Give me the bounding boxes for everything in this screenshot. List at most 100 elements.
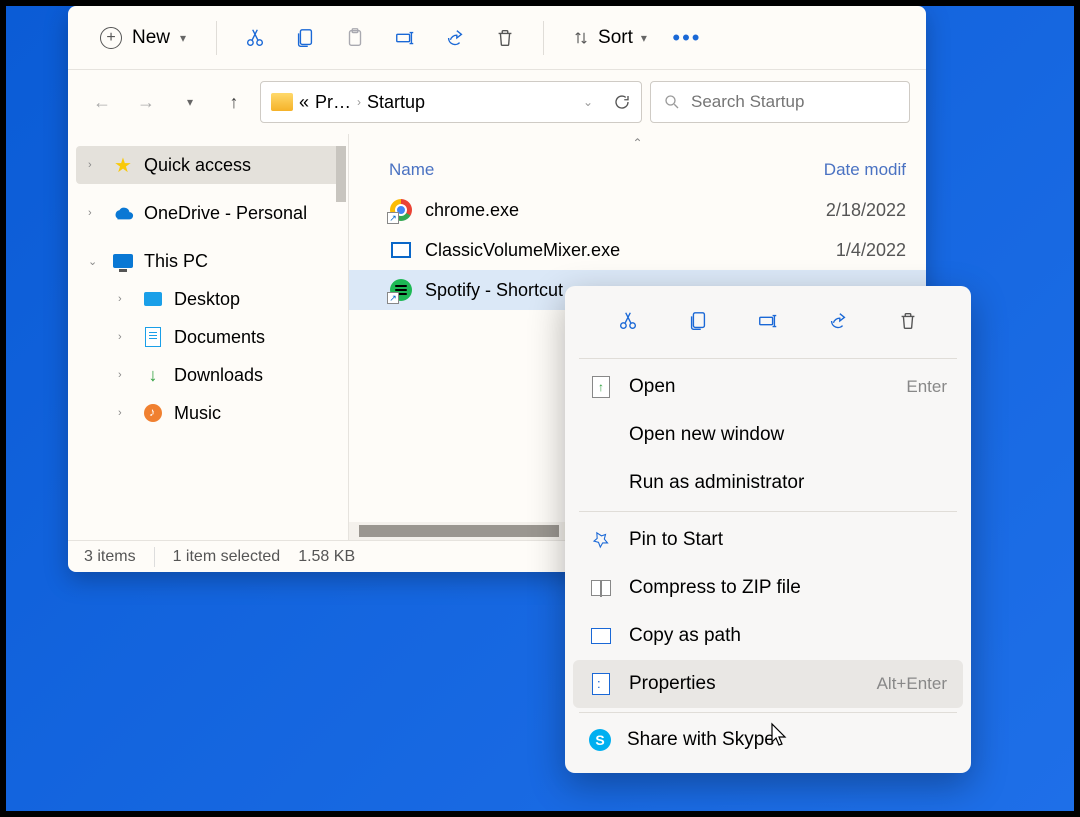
zip-icon (589, 576, 613, 600)
chevron-right-icon[interactable]: › (118, 369, 132, 381)
refresh-icon[interactable] (613, 93, 631, 111)
file-date: 1/4/2022 (836, 240, 906, 261)
sidebar-item-onedrive[interactable]: › OneDrive - Personal (76, 194, 340, 232)
status-item-count: 3 items (84, 548, 136, 566)
back-button[interactable]: ← (84, 84, 120, 120)
new-button[interactable]: + New ▾ (86, 21, 200, 55)
chevron-right-icon[interactable]: › (118, 293, 132, 305)
forward-button[interactable]: → (128, 84, 164, 120)
context-menu-pin-start[interactable]: Pin to Start (573, 516, 963, 564)
status-size: 1.58 KB (298, 548, 355, 566)
context-menu-compress[interactable]: Compress to ZIP file (573, 564, 963, 612)
scrollbar-thumb[interactable] (359, 525, 559, 537)
chevron-right-icon[interactable]: › (357, 95, 361, 109)
sidebar-item-quick-access[interactable]: › ★ Quick access (76, 146, 340, 184)
sort-icon (572, 29, 590, 47)
chevron-down-icon[interactable]: ⌄ (88, 255, 102, 268)
chevron-right-icon[interactable]: › (88, 207, 102, 219)
breadcrumb-segment[interactable]: Pr… (315, 92, 351, 113)
new-button-label: New (132, 27, 170, 49)
navigation-pane: › ★ Quick access › OneDrive - Personal ⌄ (68, 134, 348, 540)
chevron-right-icon[interactable]: › (118, 407, 132, 419)
sidebar-item-documents[interactable]: › Documents (76, 318, 340, 356)
context-menu-run-admin[interactable]: Run as administrator (573, 459, 963, 507)
file-row[interactable]: ↗ chrome.exe 2/18/2022 (349, 190, 926, 230)
context-menu-properties[interactable]: Properties Alt+Enter (573, 660, 963, 708)
more-button[interactable]: ••• (665, 16, 709, 60)
share-icon[interactable] (819, 302, 857, 340)
search-input[interactable] (691, 92, 897, 112)
divider (579, 358, 957, 359)
sidebar-label: OneDrive - Personal (144, 203, 307, 224)
menu-label: Run as administrator (629, 472, 804, 494)
breadcrumb-segment[interactable]: Startup (367, 92, 425, 113)
search-icon (663, 93, 681, 111)
divider (543, 21, 544, 55)
menu-label: Pin to Start (629, 529, 723, 551)
document-icon (142, 326, 164, 348)
monitor-icon (112, 250, 134, 272)
file-name: ClassicVolumeMixer.exe (425, 240, 824, 261)
file-date: 2/18/2022 (826, 200, 906, 221)
sort-button[interactable]: Sort ▾ (560, 21, 659, 55)
chevron-down-icon[interactable]: ⌄ (583, 95, 593, 109)
menu-shortcut: Enter (906, 377, 947, 397)
divider (579, 712, 957, 713)
navigation-bar: ← → ▾ ↑ « Pr… › Startup ⌄ (68, 70, 926, 134)
delete-icon[interactable] (483, 16, 527, 60)
menu-label: Properties (629, 673, 716, 695)
menu-label: Copy as path (629, 625, 741, 647)
music-icon (142, 402, 164, 424)
file-name: chrome.exe (425, 200, 814, 221)
context-menu-share-skype[interactable]: S Share with Skype (573, 717, 963, 763)
address-bar[interactable]: « Pr… › Startup ⌄ (260, 81, 642, 123)
sort-label: Sort (598, 27, 633, 49)
menu-label: Open (629, 376, 675, 398)
context-menu-open-new-window[interactable]: Open new window (573, 411, 963, 459)
search-box[interactable] (650, 81, 910, 123)
context-menu-quick-actions (573, 296, 963, 354)
chevron-right-icon[interactable]: › (118, 331, 132, 343)
desktop-icon (142, 288, 164, 310)
blank-icon (589, 471, 613, 495)
sidebar-label: Desktop (174, 289, 240, 310)
file-row[interactable]: ClassicVolumeMixer.exe 1/4/2022 (349, 230, 926, 270)
cloud-icon (112, 202, 134, 224)
chrome-icon: ↗ (389, 198, 413, 222)
sidebar-item-music[interactable]: › Music (76, 394, 340, 432)
cut-icon[interactable] (233, 16, 277, 60)
star-icon: ★ (112, 154, 134, 176)
sidebar-item-desktop[interactable]: › Desktop (76, 280, 340, 318)
recent-locations-chevron[interactable]: ▾ (172, 84, 208, 120)
sidebar-label: Quick access (144, 155, 251, 176)
menu-label: Share with Skype (627, 729, 775, 751)
up-button[interactable]: ↑ (216, 84, 252, 120)
rename-icon[interactable] (383, 16, 427, 60)
paste-icon[interactable] (333, 16, 377, 60)
chevron-right-icon[interactable]: › (88, 159, 102, 171)
chevron-down-icon: ▾ (180, 31, 186, 45)
column-header-date[interactable]: Date modif (824, 160, 906, 180)
rename-icon[interactable] (749, 302, 787, 340)
context-menu-open[interactable]: Open Enter (573, 363, 963, 411)
spotify-icon: ↗ (389, 278, 413, 302)
skype-icon: S (589, 729, 611, 751)
sidebar-item-downloads[interactable]: › ↓ Downloads (76, 356, 340, 394)
sidebar-item-this-pc[interactable]: ⌄ This PC (76, 242, 340, 280)
column-header-name[interactable]: Name (389, 160, 824, 180)
context-menu-copy-path[interactable]: Copy as path (573, 612, 963, 660)
share-icon[interactable] (433, 16, 477, 60)
column-headers: Name Date modif (349, 150, 926, 190)
context-menu: Open Enter Open new window Run as admini… (565, 286, 971, 773)
column-collapse-icon[interactable]: ⌃ (349, 134, 926, 150)
menu-shortcut: Alt+Enter (877, 674, 947, 694)
folder-icon (271, 93, 293, 111)
cut-icon[interactable] (609, 302, 647, 340)
sidebar-label: This PC (144, 251, 208, 272)
scrollbar-thumb[interactable] (336, 146, 346, 202)
delete-icon[interactable] (889, 302, 927, 340)
copy-icon[interactable] (679, 302, 717, 340)
path-icon (589, 624, 613, 648)
copy-icon[interactable] (283, 16, 327, 60)
properties-icon (589, 672, 613, 696)
